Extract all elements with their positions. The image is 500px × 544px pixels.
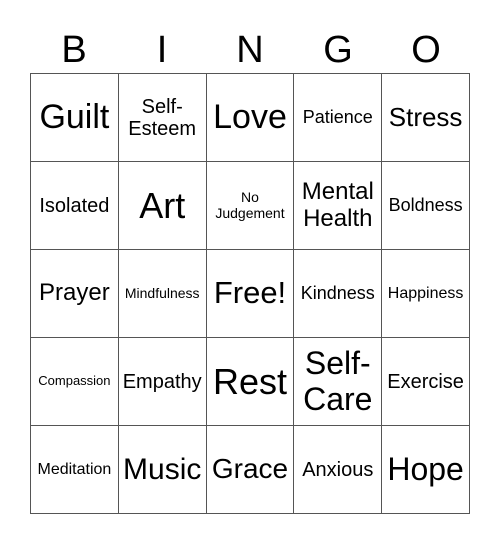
cell-label: Prayer bbox=[39, 279, 110, 307]
bingo-cell[interactable]: Meditation bbox=[31, 426, 119, 514]
cell-label: Art bbox=[139, 184, 186, 226]
header-letter-i: I bbox=[156, 29, 168, 71]
bingo-cell[interactable]: Self- Esteem bbox=[118, 74, 207, 162]
bingo-cell[interactable]: Mindfulness bbox=[118, 250, 207, 338]
cell-label: Exercise bbox=[387, 370, 464, 393]
bingo-cell[interactable]: No Judgement bbox=[206, 162, 295, 250]
bingo-cell[interactable]: Mental Health bbox=[294, 162, 383, 250]
cell-label: Happiness bbox=[387, 284, 464, 302]
bingo-cell[interactable]: Stress bbox=[382, 74, 470, 162]
cell-label: No Judgement bbox=[215, 189, 285, 221]
header-letter-g: G bbox=[323, 29, 353, 71]
header-letter-o: O bbox=[411, 29, 441, 71]
header-letter-n: N bbox=[236, 29, 264, 71]
bingo-cell[interactable]: Love bbox=[206, 74, 295, 162]
cell-label: Boldness bbox=[388, 194, 463, 215]
bingo-grid: Guilt Self- Esteem Love Patience Stress Isola… bbox=[30, 73, 470, 514]
cell-label: Self- Care bbox=[303, 345, 373, 417]
cell-label: Self- Esteem bbox=[128, 95, 197, 140]
bingo-cell[interactable]: Art bbox=[118, 162, 207, 250]
bingo-cell[interactable]: Hope bbox=[382, 426, 470, 514]
cell-label: Hope bbox=[387, 450, 464, 487]
cell-label: Stress bbox=[388, 102, 463, 133]
bingo-cell[interactable]: Kindness bbox=[294, 250, 383, 338]
bingo-cell[interactable]: Free! bbox=[206, 250, 295, 338]
cell-label: Love bbox=[213, 97, 287, 136]
cell-label: Meditation bbox=[37, 460, 112, 478]
bingo-cell[interactable]: Boldness bbox=[382, 162, 470, 250]
bingo-cell[interactable]: Compassion bbox=[31, 338, 119, 426]
bingo-cell[interactable]: Rest bbox=[206, 338, 295, 426]
cell-label: Guilt bbox=[39, 97, 110, 136]
cell-label: Empathy bbox=[122, 370, 202, 393]
cell-label: Mindfulness bbox=[124, 284, 200, 301]
cell-label: Isolated bbox=[39, 194, 110, 217]
cell-label: Anxious bbox=[302, 458, 374, 481]
header-letter-b: B bbox=[61, 29, 87, 71]
bingo-cell[interactable]: Isolated bbox=[31, 162, 119, 250]
bingo-cell[interactable]: Self- Care bbox=[294, 338, 383, 426]
bingo-cell[interactable]: Prayer bbox=[31, 250, 119, 338]
bingo-cell[interactable]: Patience bbox=[294, 74, 383, 162]
bingo-header: B I N G O bbox=[30, 28, 470, 73]
cell-label: Patience bbox=[302, 106, 373, 127]
bingo-cell[interactable]: Empathy bbox=[118, 338, 207, 426]
cell-label: Free! bbox=[213, 275, 287, 311]
bingo-cell[interactable]: Exercise bbox=[382, 338, 470, 426]
bingo-cell[interactable]: Grace bbox=[206, 426, 295, 514]
cell-label: Rest bbox=[212, 360, 287, 402]
cell-label: Music bbox=[123, 453, 202, 486]
cell-label: Mental Health bbox=[301, 178, 374, 232]
bingo-cell[interactable]: Happiness bbox=[382, 250, 470, 338]
bingo-cell[interactable]: Anxious bbox=[294, 426, 383, 514]
cell-label: Compassion bbox=[38, 373, 111, 389]
bingo-cell[interactable]: Music bbox=[118, 426, 207, 514]
cell-label: Grace bbox=[211, 453, 289, 485]
cell-label: Kindness bbox=[300, 282, 375, 303]
bingo-cell[interactable]: Guilt bbox=[31, 74, 119, 162]
